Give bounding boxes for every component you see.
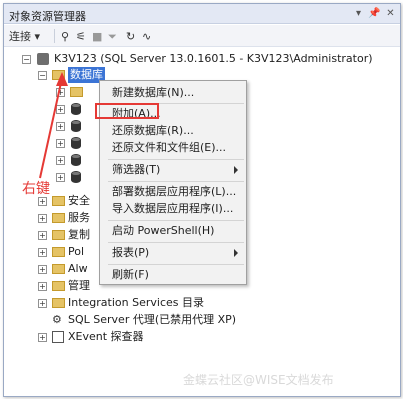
watermark: 金蝶云社区@WISE文档发布 <box>183 373 334 387</box>
annotation-arrow-icon <box>39 72 68 179</box>
annotation-label: 右键 <box>22 181 50 197</box>
